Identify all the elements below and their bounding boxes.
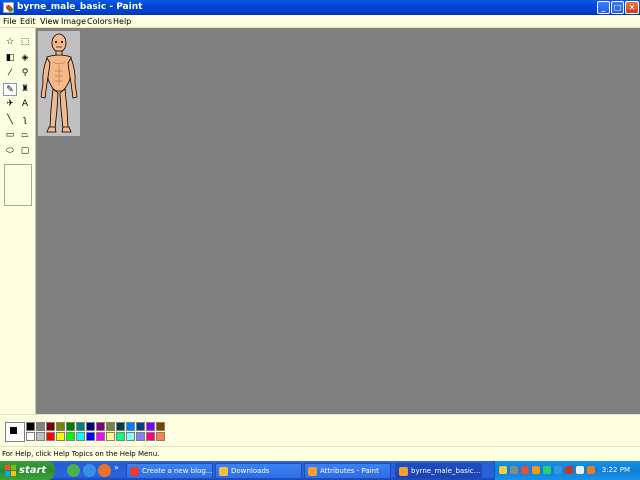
color-swatch[interactable] [116, 432, 125, 441]
menu-colors[interactable]: Colors [87, 17, 112, 26]
color-swatch[interactable] [96, 432, 105, 441]
system-tray: 3:22 PM [494, 461, 640, 480]
menu-image[interactable]: Image [61, 17, 86, 26]
close-button[interactable]: ✕ [625, 1, 639, 14]
folder-icon [219, 467, 228, 476]
color-swatch[interactable] [36, 432, 45, 441]
task-downloads[interactable]: Downloads [215, 463, 302, 479]
tray-network-icon[interactable] [499, 466, 507, 474]
color-swatch[interactable] [96, 422, 105, 431]
fill-bucket-icon[interactable]: ◈ [18, 52, 32, 65]
quicklaunch-more[interactable]: » [114, 463, 119, 472]
task-byrne-paint[interactable]: byrne_male_basic... [395, 463, 482, 479]
eraser-icon[interactable]: ◧ [3, 52, 17, 65]
status-bar: For Help, click Help Topics on the Help … [0, 446, 640, 461]
airbrush-icon[interactable]: ✈ [3, 98, 17, 111]
color-swatch[interactable] [76, 422, 85, 431]
color-swatch[interactable] [86, 432, 95, 441]
color-swatch[interactable] [26, 422, 35, 431]
tray-app-icon[interactable] [543, 466, 551, 474]
task-create-blog[interactable]: Create a new blog... [126, 463, 213, 479]
tray-messenger-icon[interactable] [554, 466, 562, 474]
taskbar: start » Create a new blog... Downloads A… [0, 461, 640, 480]
tray-alert-icon[interactable] [587, 466, 595, 474]
color-swatch[interactable] [66, 422, 75, 431]
menu-bar: File Edit View Image Colors Help [0, 15, 640, 28]
line-icon[interactable]: ╲ [3, 114, 17, 127]
color-swatch[interactable] [156, 432, 165, 441]
color-swatch[interactable] [56, 422, 65, 431]
menu-help[interactable]: Help [113, 17, 131, 26]
color-swatch[interactable] [146, 422, 155, 431]
color-swatch[interactable] [106, 422, 115, 431]
color-swatch[interactable] [76, 432, 85, 441]
color-swatch[interactable] [136, 432, 145, 441]
rounded-rect-icon[interactable]: ▢ [18, 145, 32, 158]
clock: 3:22 PM [601, 466, 630, 474]
color-swatch[interactable] [46, 422, 55, 431]
windows-logo-icon [5, 465, 16, 476]
pick-color-icon[interactable]: ⁄ [3, 67, 17, 80]
task-attributes-paint[interactable]: Attributes - Paint [304, 463, 391, 479]
menu-file[interactable]: File [3, 17, 16, 26]
tray-volume-icon[interactable] [576, 466, 584, 474]
paint-icon [308, 467, 317, 476]
tool-options-box[interactable] [4, 164, 32, 206]
color-swatch[interactable] [26, 432, 35, 441]
start-button[interactable]: start [0, 461, 55, 480]
rectangle-icon[interactable]: ▭ [3, 129, 17, 142]
start-label: start [19, 465, 47, 476]
paint-icon [399, 467, 408, 476]
maximize-button[interactable]: □ [611, 1, 624, 14]
quicklaunch-ie-icon[interactable] [83, 464, 96, 477]
color-swatch[interactable] [146, 432, 155, 441]
menu-edit[interactable]: Edit [20, 17, 36, 26]
polygon-icon[interactable]: ⏢ [18, 129, 32, 142]
paint-window: byrne_male_basic - Paint _ □ ✕ File Edit… [0, 0, 640, 461]
tray-security-icon[interactable] [565, 466, 573, 474]
color-swatch[interactable] [116, 422, 125, 431]
tray-update-icon[interactable] [532, 466, 540, 474]
window-title: byrne_male_basic - Paint [17, 2, 143, 12]
color-swatch[interactable] [56, 432, 65, 441]
current-colors[interactable] [5, 422, 25, 442]
color-swatch[interactable] [86, 422, 95, 431]
color-swatch[interactable] [126, 432, 135, 441]
paint-app-icon[interactable] [3, 2, 14, 13]
tray-antivirus-icon[interactable] [521, 466, 529, 474]
color-swatch[interactable] [36, 422, 45, 431]
color-swatch[interactable] [106, 432, 115, 441]
image-canvas[interactable] [38, 31, 80, 136]
status-text: For Help, click Help Topics on the Help … [2, 450, 160, 458]
text-icon[interactable]: A [18, 98, 32, 111]
toolbox: ☆ ⬚ ◧ ◈ ⁄ ⚲ ✎ ♜ ✈ A ╲ ʅ ▭ ⏢ ⬭ ▢ [0, 28, 36, 414]
brush-icon[interactable]: ♜ [18, 83, 32, 96]
menu-view[interactable]: View [40, 17, 59, 26]
quicklaunch-firefox-icon[interactable] [98, 464, 111, 477]
color-swatch[interactable] [156, 422, 165, 431]
color-palette [0, 414, 640, 446]
color-swatch[interactable] [136, 422, 145, 431]
browser-icon [130, 467, 139, 476]
canvas-area[interactable] [36, 28, 640, 414]
ellipse-icon[interactable]: ⬭ [3, 145, 17, 158]
foreground-color[interactable] [9, 426, 18, 435]
color-swatch[interactable] [66, 432, 75, 441]
tray-steam-icon[interactable] [510, 466, 518, 474]
curve-icon[interactable]: ʅ [18, 114, 32, 127]
minimize-button[interactable]: _ [597, 1, 610, 14]
title-bar[interactable]: byrne_male_basic - Paint _ □ ✕ [0, 0, 640, 15]
male-figure-drawing [40, 33, 78, 133]
color-swatch[interactable] [46, 432, 55, 441]
color-swatch[interactable] [126, 422, 135, 431]
quicklaunch-desktop-icon[interactable] [67, 464, 80, 477]
magnifier-icon[interactable]: ⚲ [18, 67, 32, 80]
pencil-icon[interactable]: ✎ [3, 82, 17, 96]
free-form-select-icon[interactable]: ☆ [3, 36, 17, 49]
rect-select-icon[interactable]: ⬚ [18, 36, 32, 49]
